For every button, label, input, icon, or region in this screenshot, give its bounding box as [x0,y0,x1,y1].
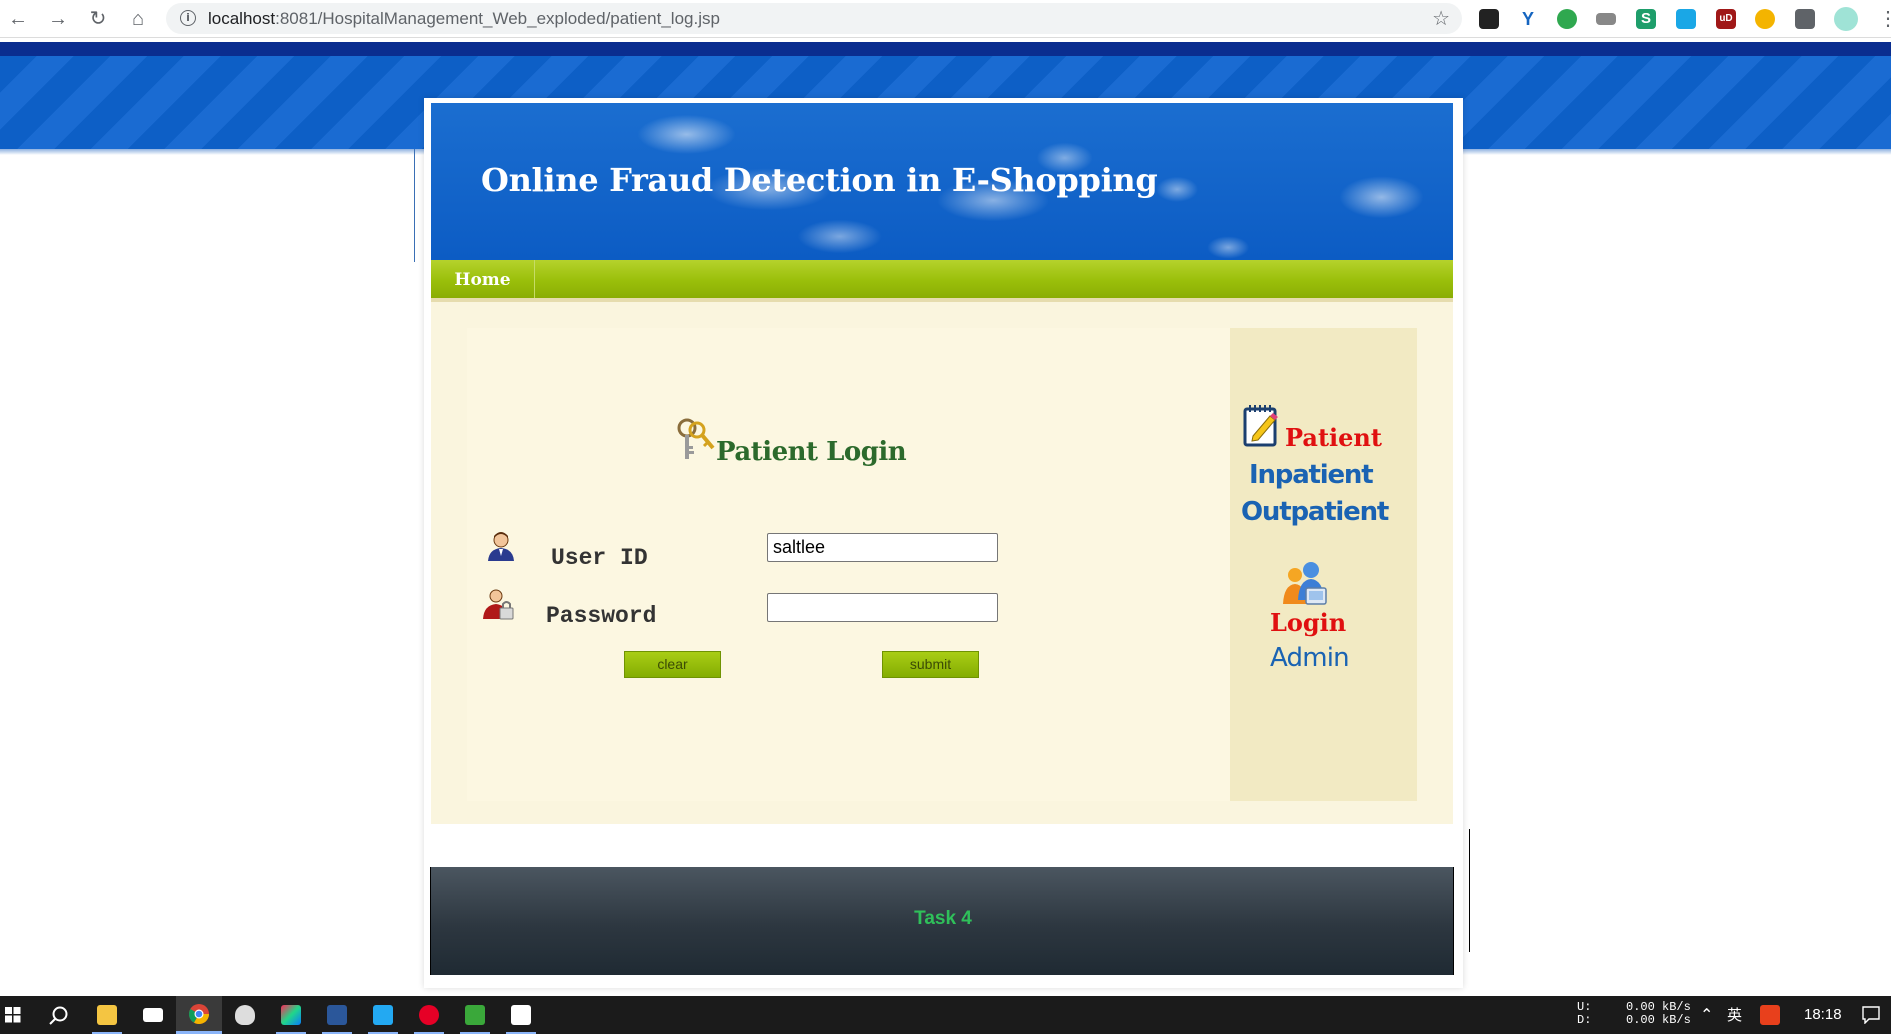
site-title: Online Fraud Detection in E-Shopping [481,161,1158,199]
clear-button[interactable]: clear [624,651,721,678]
evernote-icon[interactable] [1557,9,1577,29]
net-down-label: D: [1577,1013,1592,1027]
extension-icon-4[interactable] [1596,13,1616,25]
profile-avatar-icon[interactable] [1834,7,1858,31]
browser-toolbar: ← → ↻ ⌂ i localhost:8081/HospitalManagem… [0,0,1891,38]
main-area: Patient Login User ID Password [431,302,1453,824]
extension-icon-2[interactable]: Y [1518,9,1538,29]
taskbar-netease-music[interactable] [406,996,452,1034]
site-info-icon[interactable]: i [180,10,196,26]
home-icon[interactable]: ⌂ [126,7,150,31]
taskbar-app-green[interactable] [452,996,498,1034]
notepad-pencil-icon [1243,405,1278,447]
login-panel: Patient Login User ID Password [467,328,1230,801]
sidebar-login-heading: Login [1270,608,1347,637]
sidebar: Patient Inpatient Outpatient Login Admin [1230,328,1417,801]
extension-icon-5[interactable]: S [1636,9,1656,29]
green-app-icon [465,1005,485,1025]
taskbar-chrome[interactable] [176,996,222,1034]
site-footer: Task 4 [430,867,1454,975]
site-header: Online Fraud Detection in E-Shopping [431,103,1453,260]
url-text[interactable]: localhost:8081/HospitalManagement_Web_ex… [208,10,720,28]
sidebar-link-admin[interactable]: Admin [1270,642,1350,674]
ublock-icon[interactable]: uD [1716,9,1736,29]
notification-icon[interactable] [1862,1006,1880,1024]
search-icon [49,1006,68,1025]
net-down-speed: 0.00 kB/s [1626,1013,1691,1027]
music-icon [419,1005,439,1025]
main-nav: Home [431,260,1453,302]
browser-menu-icon[interactable]: ⋮ [1878,6,1891,31]
top-band-dark [0,42,1891,56]
login-title-text: Patient Login [716,437,907,467]
reload-icon[interactable]: ↻ [86,7,110,31]
vscode-icon [373,1005,393,1025]
user-id-input[interactable] [767,533,998,562]
taskbar-vscode[interactable] [360,996,406,1034]
taskbar-notepad[interactable] [498,996,544,1034]
frame-line [414,149,415,262]
taskbar-file-explorer[interactable] [84,996,130,1034]
windows-taskbar: U: D: 0.00 kB/s 0.00 kB/s ⌃ 英 18:18 [0,996,1891,1034]
bookmark-star-icon[interactable]: ☆ [1432,6,1450,31]
submit-button[interactable]: submit [882,651,979,678]
login-title: Patient Login [676,435,907,469]
extension-icon-6[interactable] [1676,9,1696,29]
windows-logo-icon [5,1007,21,1023]
address-bar[interactable]: i localhost:8081/HospitalManagement_Web_… [166,3,1462,34]
taskbar-intellij[interactable] [268,996,314,1034]
chevron-up-icon[interactable]: ⌃ [1700,1006,1713,1024]
site-container: Online Fraud Detection in E-Shopping Hom… [424,98,1463,988]
footer-text: Task 4 [914,908,972,929]
extension-icon-8[interactable] [1755,9,1775,29]
notes-icon [511,1005,531,1025]
sidebar-patient-heading: Patient [1285,423,1382,452]
password-label: Password [546,603,657,629]
taskbar-word[interactable] [314,996,360,1034]
password-input[interactable] [767,593,998,622]
frame-line-right [1469,829,1470,952]
ime-indicator[interactable]: 英 [1727,1006,1742,1024]
taskbar-clock[interactable]: 18:18 [1804,1006,1842,1024]
chrome-icon [189,1004,209,1024]
search-button[interactable] [36,996,82,1034]
user-lock-icon [483,589,514,620]
extension-icon-1[interactable] [1479,9,1499,29]
web-page: Online Fraud Detection in E-Shopping Hom… [0,38,1891,996]
sogou-icon[interactable] [1760,1005,1780,1025]
extensions-puzzle-icon[interactable] [1795,9,1815,29]
user-id-label: User ID [551,545,648,571]
user-icon [488,532,514,561]
back-arrow-icon[interactable]: ← [6,7,30,31]
sidebar-link-outpatient[interactable]: Outpatient [1241,496,1389,528]
url-host: localhost [208,9,276,28]
url-path: :8081/HospitalManagement_Web_exploded/pa… [275,9,720,28]
word-icon [327,1005,347,1025]
users-icon [1283,562,1327,605]
folder-icon [97,1005,117,1025]
taskbar-mail[interactable] [130,996,176,1034]
nav-home-link[interactable]: Home [431,260,535,298]
intellij-icon [281,1005,301,1025]
mail-icon [143,1008,163,1022]
fox-icon [235,1005,255,1025]
taskbar-app-fox[interactable] [222,996,268,1034]
forward-arrow-icon[interactable]: → [46,7,70,31]
sidebar-link-inpatient[interactable]: Inpatient [1249,459,1374,491]
